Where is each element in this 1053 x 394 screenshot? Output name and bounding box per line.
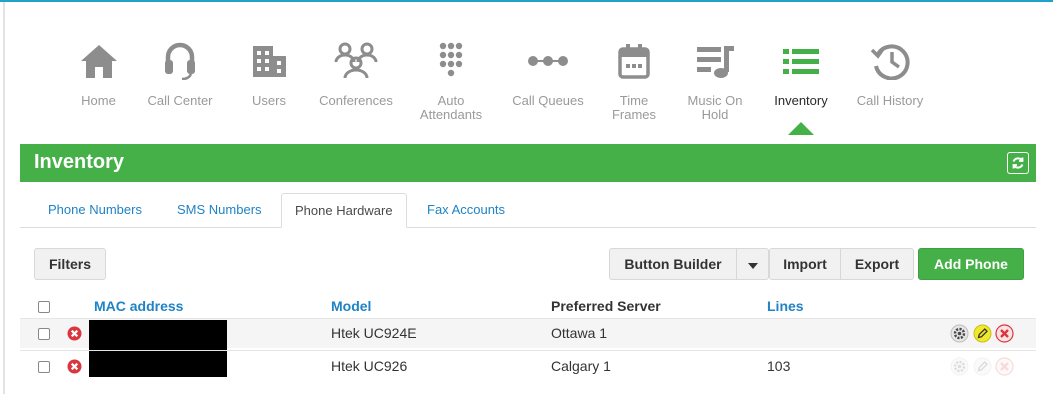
left-border: [3, 2, 5, 394]
column-header-server: Preferred Server: [551, 298, 661, 314]
nav-inventory[interactable]: Inventory: [760, 38, 842, 135]
nav-label: Call History: [856, 93, 924, 108]
button-builder-button[interactable]: Button Builder: [609, 248, 737, 280]
filters-button[interactable]: Filters: [34, 248, 106, 280]
column-header-mac[interactable]: MAC address: [94, 298, 183, 314]
home-icon: [79, 38, 119, 84]
row-checkbox[interactable]: [38, 328, 50, 340]
add-phone-button[interactable]: Add Phone: [918, 248, 1024, 280]
import-button[interactable]: Import: [769, 248, 841, 280]
top-border: [0, 0, 1053, 2]
nav-label: Time Frames: [611, 93, 657, 122]
delete-x-icon[interactable]: [995, 357, 1014, 376]
nav-call-queues[interactable]: Call Queues: [498, 38, 598, 132]
column-header-lines[interactable]: Lines: [767, 298, 804, 314]
tab-phone-numbers[interactable]: Phone Numbers: [48, 193, 142, 227]
calendar-icon: [618, 38, 650, 84]
nav-label: Conferences: [319, 93, 393, 108]
table-row: Htek UC926 Calgary 1 103: [20, 350, 1036, 394]
queue-dots-icon: [527, 38, 569, 84]
main-nav: Home Call Center Users Conferences Auto …: [67, 38, 938, 135]
history-clock-icon: [870, 38, 910, 84]
headset-icon: [162, 38, 198, 84]
edit-pencil-icon[interactable]: [973, 324, 992, 343]
cell-model: Htek UC924E: [331, 325, 417, 341]
nav-label: Call Center: [147, 93, 213, 108]
row-checkbox[interactable]: [38, 361, 50, 373]
cell-server: Calgary 1: [551, 358, 611, 374]
column-header-model[interactable]: Model: [331, 298, 371, 314]
redacted-mac: [89, 351, 227, 377]
nav-label: Users: [252, 93, 286, 108]
refresh-button[interactable]: [1007, 152, 1029, 174]
music-note-icon: [695, 38, 735, 84]
button-builder-dropdown[interactable]: [736, 248, 769, 280]
page-title: Inventory: [34, 151, 125, 173]
list-icon: [781, 38, 821, 84]
edit-pencil-icon[interactable]: [973, 357, 992, 376]
nav-home[interactable]: Home: [67, 38, 130, 132]
nav-call-history[interactable]: Call History: [842, 38, 938, 132]
tab-sms-numbers[interactable]: SMS Numbers: [177, 193, 262, 227]
remove-icon[interactable]: [67, 359, 82, 374]
people-group-icon: [333, 38, 379, 84]
refresh-icon: [1012, 157, 1024, 169]
delete-x-icon[interactable]: [995, 324, 1014, 343]
cell-lines: 103: [767, 358, 791, 374]
nav-users[interactable]: Users: [230, 38, 308, 132]
tab-fax-accounts[interactable]: Fax Accounts: [427, 193, 505, 227]
settings-gear-icon[interactable]: [950, 357, 969, 376]
active-nav-indicator: [788, 122, 814, 135]
select-all-checkbox[interactable]: [38, 301, 50, 313]
nav-time-frames[interactable]: Time Frames: [598, 38, 670, 132]
caret-down-icon: [747, 263, 758, 269]
nav-label: Call Queues: [512, 93, 584, 108]
settings-gear-icon[interactable]: [950, 324, 969, 343]
cell-server: Ottawa 1: [551, 325, 608, 341]
table-row: Htek UC924E Ottawa 1: [20, 318, 1036, 350]
nav-label: Music On Hold: [687, 93, 743, 122]
nav-conferences[interactable]: Conferences: [308, 38, 404, 132]
nav-label: Home: [81, 93, 116, 108]
tab-phone-hardware[interactable]: Phone Hardware: [281, 193, 407, 228]
cell-model: Htek UC926: [331, 358, 408, 374]
title-bar: Inventory: [20, 144, 1036, 182]
nav-auto-attendants[interactable]: Auto Attendants: [404, 38, 498, 132]
nav-label: Inventory: [774, 93, 828, 108]
inventory-tabs: Phone Numbers SMS Numbers Phone Hardware…: [20, 193, 1036, 228]
nav-call-center[interactable]: Call Center: [130, 38, 230, 132]
keypad-icon: [438, 38, 464, 84]
nav-music-on-hold[interactable]: Music On Hold: [670, 38, 760, 132]
export-button[interactable]: Export: [840, 248, 914, 280]
remove-icon[interactable]: [67, 326, 82, 341]
building-icon: [250, 38, 288, 84]
redacted-mac: [89, 320, 227, 350]
nav-label: Auto Attendants: [419, 93, 483, 122]
